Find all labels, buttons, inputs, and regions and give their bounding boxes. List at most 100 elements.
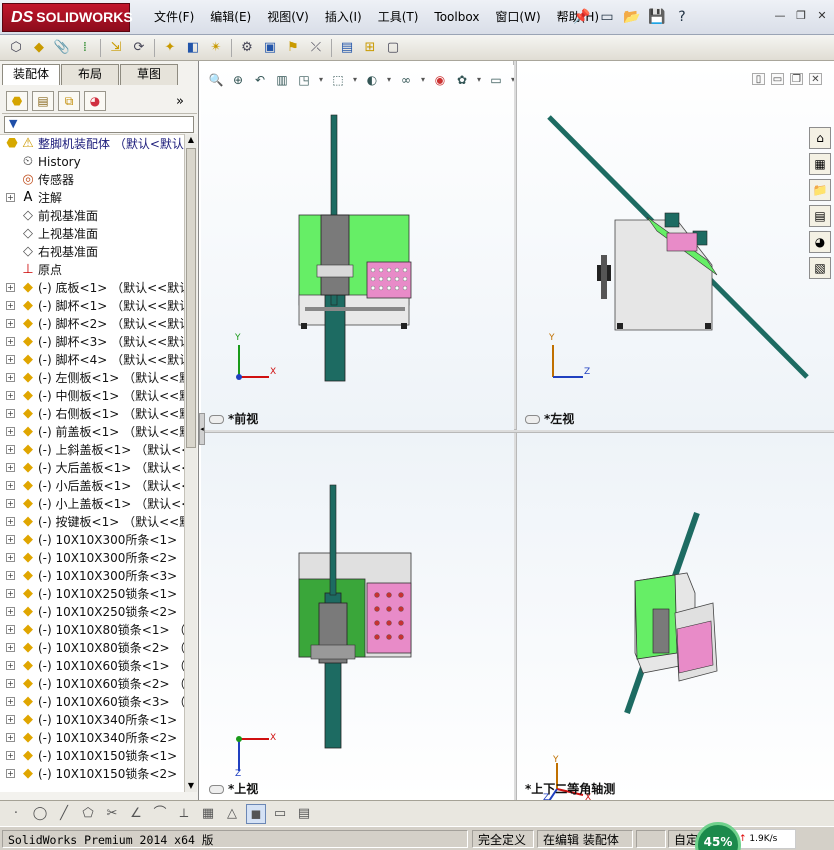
open-folder-icon[interactable]: 📂 — [622, 6, 642, 28]
link-views-icon[interactable] — [525, 415, 540, 424]
close-button[interactable]: ✕ — [814, 9, 830, 23]
tree-component[interactable]: + ◆ (-) 10X10X300所条<2> （ — [0, 549, 184, 567]
tree-component[interactable]: + ◆ (-) 10X10X60锁条<1> （默 — [0, 657, 184, 675]
tree-feature[interactable]: ◇ 上视基准面 — [0, 225, 184, 243]
expand-panel-icon[interactable]: » — [169, 91, 191, 111]
expand-toggle-icon[interactable]: + — [6, 355, 15, 364]
expand-toggle-icon[interactable]: + — [6, 409, 15, 418]
feature-tree-icon[interactable]: ⬣ — [6, 91, 28, 111]
trim-icon[interactable]: ✂ — [102, 804, 122, 824]
tree-component[interactable]: + ◆ (-) 10X10X150锁条<2> （ — [0, 765, 184, 783]
expand-toggle-icon[interactable]: + — [6, 481, 15, 490]
tree-component[interactable]: + ◆ (-) 中侧板<1> （默认<<默 — [0, 387, 184, 405]
collapse-panel-handle[interactable]: ◂ — [199, 413, 205, 445]
tree-feature[interactable]: ⏲ History — [0, 153, 184, 171]
tree-component[interactable]: + ◆ (-) 大后盖板<1> （默认<< — [0, 459, 184, 477]
tree-component[interactable]: + ◆ (-) 小后盖板<1> （默认<< — [0, 477, 184, 495]
expand-toggle-icon[interactable]: + — [6, 193, 15, 202]
properties-icon[interactable]: ▢ — [383, 38, 403, 58]
tree-feature[interactable]: ⊥ 原点 — [0, 261, 184, 279]
expand-toggle-icon[interactable]: + — [6, 769, 15, 778]
tree-feature[interactable]: + A 注解 — [0, 189, 184, 207]
expand-toggle-icon[interactable]: + — [6, 589, 15, 598]
interference-detection-icon[interactable]: ⚙ — [237, 38, 257, 58]
rotate-component-icon[interactable]: ⟳ — [129, 38, 149, 58]
bill-of-materials-icon[interactable]: ▤ — [337, 38, 357, 58]
tree-component[interactable]: + ◆ (-) 10X10X60锁条<3> （默 — [0, 693, 184, 711]
tree-feature[interactable]: ◇ 右视基准面 — [0, 243, 184, 261]
tree-component[interactable]: + ◆ (-) 10X10X60锁条<2> （默 — [0, 675, 184, 693]
solidworks-logo[interactable]: DS SOLIDWORKS — [2, 3, 133, 32]
menu-item[interactable]: Toolbox — [426, 0, 487, 35]
tree-component[interactable]: + ◆ (-) 10X10X300所条<3> （ — [0, 567, 184, 585]
menu-item[interactable]: 视图(V) — [259, 0, 317, 35]
tree-component[interactable]: + ◆ (-) 10X10X80锁条<2> （默 — [0, 639, 184, 657]
expand-toggle-icon[interactable]: + — [6, 445, 15, 454]
graphics-area[interactable]: 🔍 ⊕ ↶ ▥ ◳ ▾ ⬚ ▾ ◐ ▾ ∞ ▾ ◉ ✿ ▾ ▭ ▾ Y X *前… — [199, 61, 834, 800]
tree-filter[interactable]: ▼ — [4, 116, 194, 133]
tree-scrollbar[interactable]: ▲ ▼ — [184, 134, 197, 792]
mate-icon[interactable]: 📎 — [52, 38, 72, 58]
tree-component[interactable]: + ◆ (-) 10X10X250锁条<2> （ — [0, 603, 184, 621]
expand-toggle-icon[interactable]: + — [6, 337, 15, 346]
scroll-up-icon[interactable]: ▲ — [185, 134, 197, 146]
tree-component[interactable]: + ◆ (-) 脚杯<2> （默认<<默认 — [0, 315, 184, 333]
tree-component[interactable]: + ◆ (-) 脚杯<4> （默认<<默认 — [0, 351, 184, 369]
new-part-icon[interactable]: ◆ — [29, 38, 49, 58]
expand-toggle-icon[interactable]: + — [6, 373, 15, 382]
expand-toggle-icon[interactable]: + — [6, 283, 15, 292]
expand-toggle-icon[interactable]: + — [6, 625, 15, 634]
scroll-down-icon[interactable]: ▼ — [185, 780, 197, 792]
tree-component[interactable]: + ◆ (-) 10X10X300所条<1> （ — [0, 531, 184, 549]
layout-display-icon[interactable]: ▤ — [294, 804, 314, 824]
section-display-icon[interactable]: ▭ — [270, 804, 290, 824]
tree-feature[interactable]: ◎ 传感器 — [0, 171, 184, 189]
viewport-left[interactable]: ▯ ▭ ❐ ✕ ⌂ ▦ 📁 ▤ ◕ ▧ Y Z *左视 — [517, 65, 834, 430]
tree-root[interactable]: ⬣ ⚠ 整脚机装配体 （默认<默认 — [0, 135, 184, 153]
tree-component[interactable]: + ◆ (-) 脚杯<3> （默认<<默认 — [0, 333, 184, 351]
reference-geometry-icon[interactable]: ⚑ — [283, 38, 303, 58]
tree-component[interactable]: + ◆ (-) 底板<1> （默认<<默认 — [0, 279, 184, 297]
display-manager-icon[interactable]: ◕ — [84, 91, 106, 111]
menu-item[interactable]: 编辑(E) — [202, 0, 259, 35]
assembly-features-icon[interactable]: ▣ — [260, 38, 280, 58]
tree-component[interactable]: + ◆ (-) 前盖板<1> （默认<<默 — [0, 423, 184, 441]
tree-component[interactable]: + ◆ (-) 10X10X250锁条<1> （ — [0, 585, 184, 603]
expand-toggle-icon[interactable]: + — [6, 733, 15, 742]
expand-toggle-icon[interactable]: + — [6, 319, 15, 328]
expand-toggle-icon[interactable]: + — [6, 427, 15, 436]
restore-button[interactable]: ❐ — [793, 9, 809, 23]
menu-item[interactable]: 文件(F) — [146, 0, 202, 35]
grid-icon[interactable]: ▦ — [198, 804, 218, 824]
expand-toggle-icon[interactable]: + — [6, 643, 15, 652]
dimension-icon[interactable]: ⟂ — [174, 804, 194, 824]
tree-component[interactable]: + ◆ (-) 10X10X340所条<1> （ — [0, 711, 184, 729]
minimize-button[interactable]: — — [772, 9, 788, 23]
expand-toggle-icon[interactable]: + — [6, 535, 15, 544]
expand-toggle-icon[interactable]: + — [6, 517, 15, 526]
link-views-icon[interactable] — [209, 785, 224, 794]
smart-fastener-icon[interactable]: ✦ — [160, 38, 180, 58]
expand-toggle-icon[interactable]: + — [6, 463, 15, 472]
tree-component[interactable]: + ◆ (-) 10X10X340所条<2> （ — [0, 729, 184, 747]
show-hidden-icon[interactable]: ◧ — [183, 38, 203, 58]
insert-component-icon[interactable]: ⬡ — [6, 38, 26, 58]
menu-item[interactable]: 插入(I) — [317, 0, 370, 35]
point-icon[interactable]: · — [6, 804, 26, 824]
tab-layout[interactable]: 布局 — [61, 64, 119, 85]
configuration-manager-icon[interactable]: ⧉ — [58, 91, 80, 111]
property-manager-icon[interactable]: ▤ — [32, 91, 54, 111]
expand-toggle-icon[interactable]: + — [6, 607, 15, 616]
shaded-display-icon[interactable]: ◼ — [246, 803, 266, 824]
instant3d-icon[interactable]: ⊞ — [360, 38, 380, 58]
expand-toggle-icon[interactable]: + — [6, 301, 15, 310]
tree-component[interactable]: + ◆ (-) 上斜盖板<1> （默认<< — [0, 441, 184, 459]
circle-icon[interactable]: ◯ — [30, 804, 50, 824]
expand-toggle-icon[interactable]: + — [6, 553, 15, 562]
menu-item[interactable]: 工具(T) — [370, 0, 427, 35]
tree-component[interactable]: + ◆ (-) 脚杯<1> （默认<<默认 — [0, 297, 184, 315]
viewport-front[interactable]: 🔍 ⊕ ↶ ▥ ◳ ▾ ⬚ ▾ ◐ ▾ ∞ ▾ ◉ ✿ ▾ ▭ ▾ Y X *前… — [201, 65, 514, 430]
line-icon[interactable]: ╱ — [54, 804, 74, 824]
tree-component[interactable]: + ◆ (-) 小上盖板<1> （默认<< — [0, 495, 184, 513]
expand-toggle-icon[interactable]: + — [6, 661, 15, 670]
